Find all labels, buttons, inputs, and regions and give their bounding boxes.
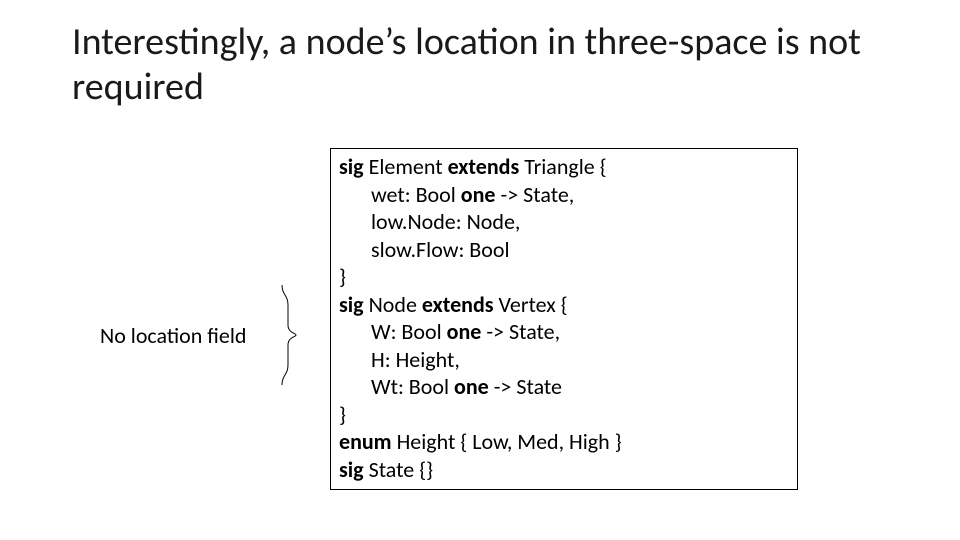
code-line: }	[339, 263, 789, 291]
keyword-extends: extends	[448, 153, 520, 180]
code-line: slow.Flow: Bool	[339, 236, 789, 264]
code-line: sig Node extends Vertex {	[339, 291, 789, 319]
brace-icon	[280, 285, 298, 385]
keyword-one: one	[461, 181, 496, 208]
code-box: sig Element extends Triangle { wet: Bool…	[330, 148, 798, 490]
keyword-extends: extends	[422, 291, 494, 318]
code-line: H: Height,	[339, 346, 789, 374]
keyword-enum: enum	[339, 428, 392, 455]
code-line: }	[339, 401, 789, 429]
slide: Interestingly, a node’s location in thre…	[0, 0, 960, 540]
slide-title: Interestingly, a node’s location in thre…	[72, 20, 892, 110]
code-line: Wt: Bool one -> State	[339, 373, 789, 401]
keyword-sig: sig	[339, 456, 364, 483]
keyword-sig: sig	[339, 153, 364, 180]
keyword-sig: sig	[339, 291, 364, 318]
code-line: low.Node: Node,	[339, 208, 789, 236]
code-line: sig Element extends Triangle {	[339, 153, 789, 181]
code-line: W: Bool one -> State,	[339, 318, 789, 346]
code-line: wet: Bool one -> State,	[339, 181, 789, 209]
keyword-one: one	[454, 373, 489, 400]
code-line: enum Height { Low, Med, High }	[339, 428, 789, 456]
code-line: sig State {}	[339, 456, 789, 484]
keyword-one: one	[447, 318, 482, 345]
annotation-label: No location field	[100, 322, 246, 349]
